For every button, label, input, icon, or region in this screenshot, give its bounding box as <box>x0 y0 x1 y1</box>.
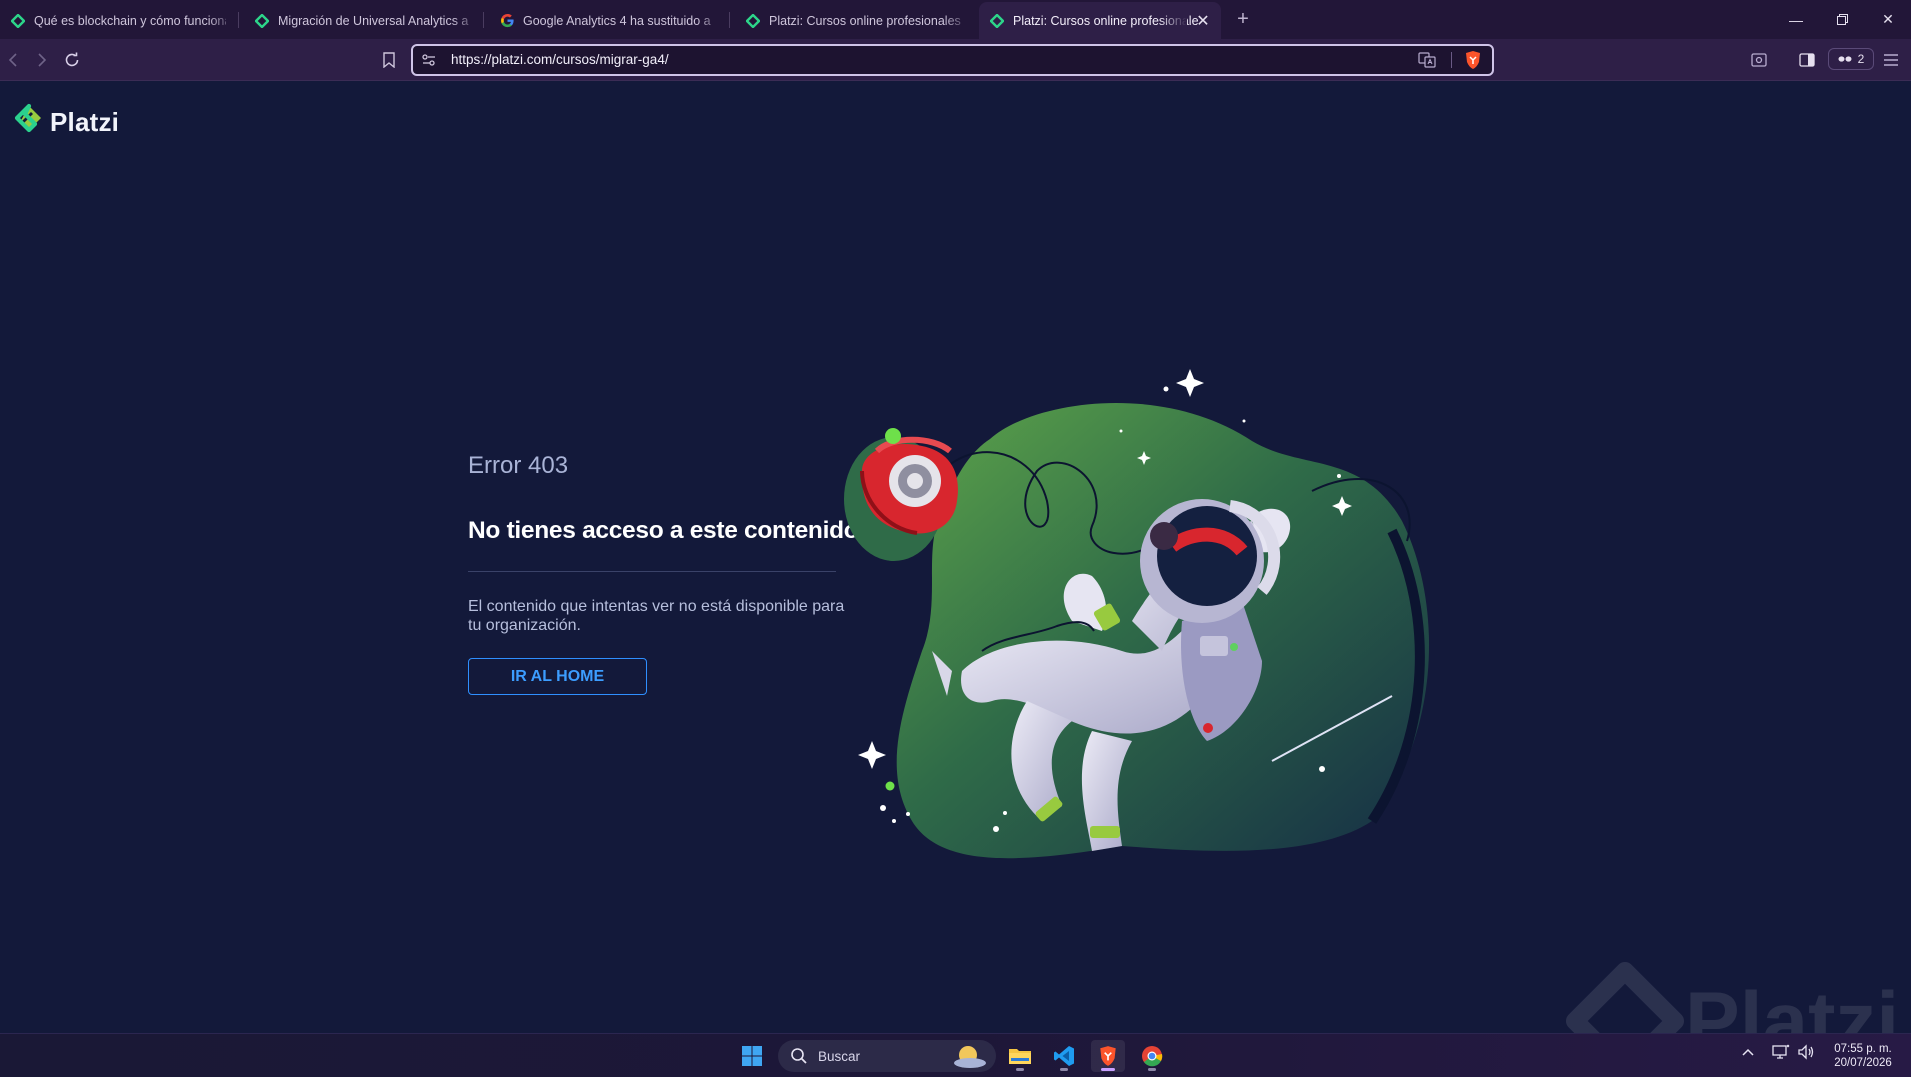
platzi-logo[interactable]: Platzi <box>14 103 119 142</box>
site-settings-icon[interactable] <box>421 52 437 68</box>
weather-moon-icon <box>954 1046 986 1068</box>
platzi-icon <box>10 13 26 29</box>
platzi-icon <box>745 13 761 29</box>
error-title: No tienes acceso a este contenido <box>468 517 859 544</box>
windows-taskbar: Buscar 07:55 p. m. 20/07/2026 <box>0 1033 1911 1077</box>
reload-icon[interactable] <box>60 48 84 72</box>
vscode-icon[interactable] <box>1047 1040 1081 1072</box>
browser-tab[interactable]: Migración de Universal Analytics a G <box>244 2 480 39</box>
tab-title: Qué es blockchain y cómo funciona E <box>34 13 226 28</box>
browser-tab[interactable]: Google Analytics 4 ha sustituido a Un <box>489 2 725 39</box>
browser-tab[interactable]: Platzi: Cursos online profesionales de <box>735 2 971 39</box>
platzi-logo-icon <box>14 103 46 142</box>
tab-title: Google Analytics 4 ha sustituido a Un <box>523 13 715 28</box>
browser-tab[interactable]: Qué es blockchain y cómo funciona E <box>0 2 236 39</box>
close-window-icon[interactable]: ✕ <box>1865 0 1911 39</box>
menu-icon[interactable] <box>1879 48 1903 72</box>
taskbar-clock[interactable]: 07:55 p. m. 20/07/2026 <box>1828 1042 1898 1070</box>
forward-icon[interactable] <box>30 48 54 72</box>
screenshot-icon[interactable] <box>1747 48 1771 72</box>
file-explorer-icon[interactable] <box>1003 1040 1037 1072</box>
windows-start-icon[interactable] <box>735 1040 769 1072</box>
browser-tab-active[interactable]: Platzi: Cursos online profesionale ✕ <box>979 2 1221 39</box>
address-bar[interactable]: https://platzi.com/cursos/migrar-ga4/ <box>411 44 1494 76</box>
tab-title: Migración de Universal Analytics a G <box>278 13 470 28</box>
volume-icon[interactable] <box>1797 1044 1815 1063</box>
divider <box>1451 52 1452 68</box>
go-home-button[interactable]: IR AL HOME <box>468 658 647 695</box>
tab-title: Platzi: Cursos online profesionales de <box>769 13 961 28</box>
clock-time: 07:55 p. m. <box>1834 1043 1892 1055</box>
brave-shield-icon[interactable] <box>1464 50 1482 70</box>
platzi-icon <box>254 13 270 29</box>
url-text[interactable]: https://platzi.com/cursos/migrar-ga4/ <box>451 52 669 67</box>
search-placeholder: Buscar <box>818 1048 861 1064</box>
restore-icon[interactable] <box>1819 0 1865 39</box>
back-icon[interactable] <box>1 48 25 72</box>
brave-taskbar-icon[interactable] <box>1091 1040 1125 1072</box>
network-icon[interactable] <box>1772 1044 1790 1063</box>
error-description: El contenido que intentas ver no está di… <box>468 598 845 634</box>
chrome-icon[interactable] <box>1135 1040 1169 1072</box>
taskbar-search[interactable]: Buscar <box>778 1040 996 1072</box>
new-tab-icon[interactable]: + <box>1230 6 1256 32</box>
google-icon <box>499 13 515 29</box>
translate-icon[interactable] <box>1418 51 1436 69</box>
glasses-icon <box>1838 52 1852 66</box>
browser-toolbar: https://platzi.com/cursos/migrar-ga4/ 2 <box>0 39 1911 81</box>
watermark-text: Platzi <box>1685 976 1899 1033</box>
page-content: Platzi Error 403 No tienes acceso a este… <box>0 81 1911 1033</box>
divider <box>468 571 836 572</box>
platzi-icon <box>989 13 1005 29</box>
sidebar-toggle-icon[interactable] <box>1795 48 1819 72</box>
close-tab-icon[interactable]: ✕ <box>1193 11 1213 31</box>
browser-tab-strip: Qué es blockchain y cómo funciona E Migr… <box>0 0 1911 39</box>
astronaut-illustration <box>844 369 1430 859</box>
bookmark-icon[interactable] <box>377 48 401 72</box>
platzi-watermark: Platzi <box>1566 962 1899 1033</box>
minimize-icon[interactable]: — <box>1773 0 1819 39</box>
show-hidden-icons[interactable] <box>1742 1044 1754 1059</box>
search-icon <box>791 1048 807 1064</box>
extensions-counter[interactable]: 2 <box>1828 48 1874 70</box>
error-code: Error 403 <box>468 452 569 479</box>
clock-date: 20/07/2026 <box>1834 1057 1892 1069</box>
extensions-count: 2 <box>1857 52 1865 66</box>
logo-text: Platzi <box>50 107 120 137</box>
